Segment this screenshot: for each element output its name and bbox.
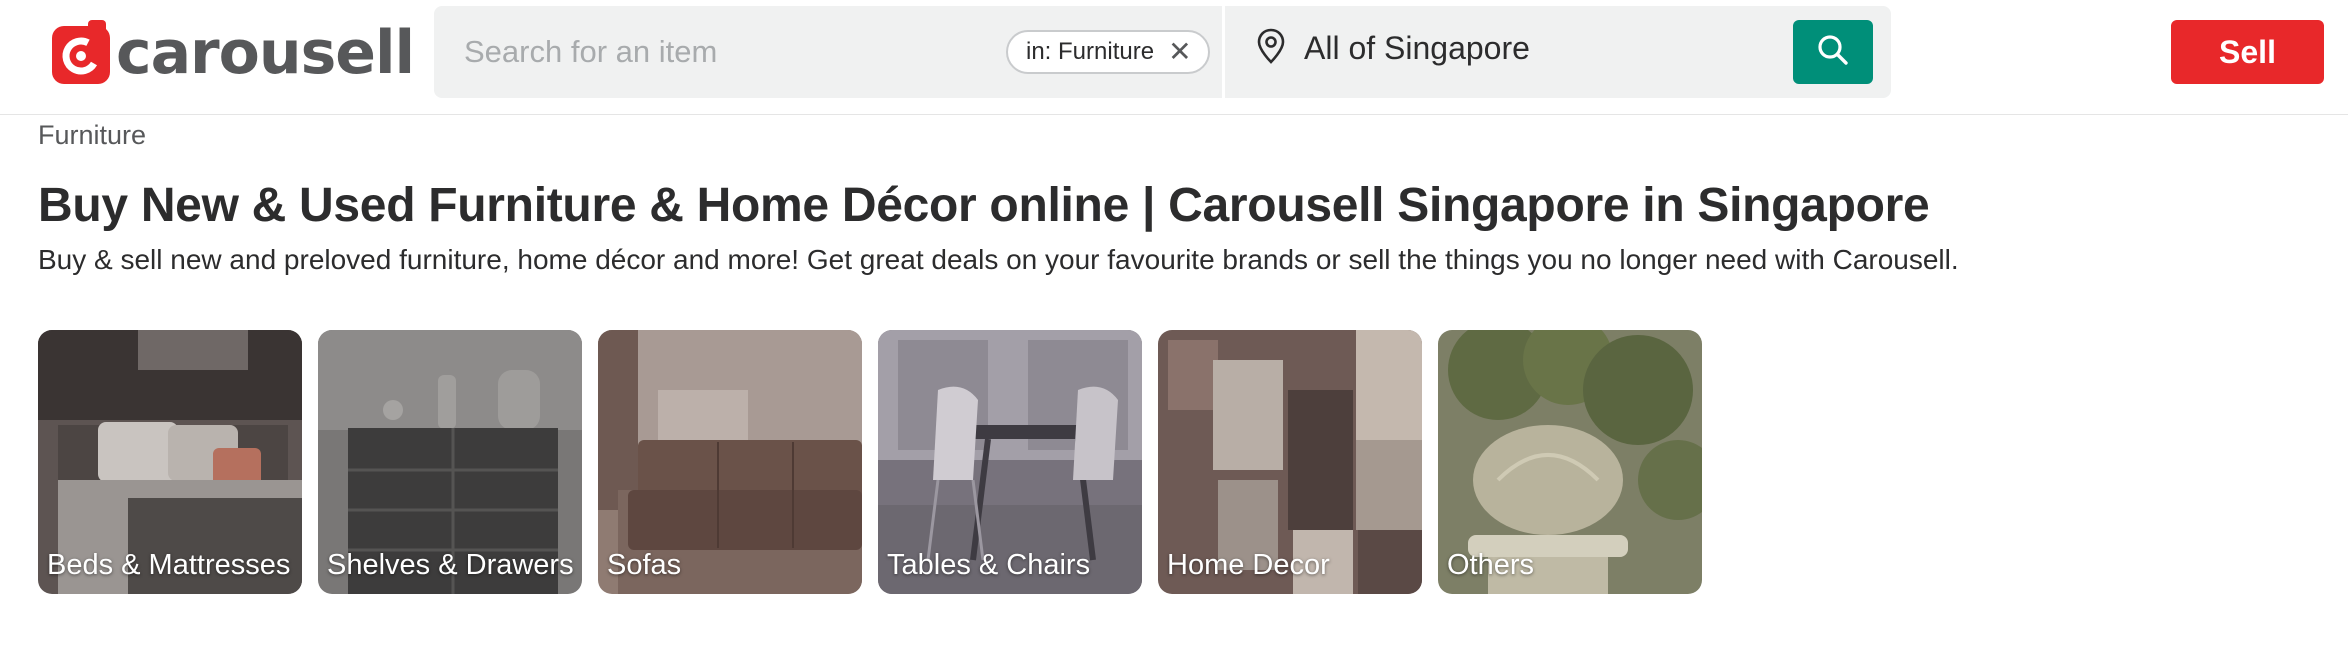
category-label: Shelves & Drawers	[327, 549, 574, 581]
category-label: Tables & Chairs	[887, 549, 1091, 581]
search-divider	[1222, 6, 1225, 98]
page-title: Buy New & Used Furniture & Home Décor on…	[38, 179, 1930, 232]
category-card-beds-mattresses[interactable]: Beds & Mattresses	[38, 330, 302, 594]
page-description: Buy & sell new and preloved furniture, h…	[38, 244, 1959, 275]
carousell-logo[interactable]: carousell	[50, 18, 415, 88]
category-card-shelves-drawers[interactable]: Shelves & Drawers	[318, 330, 582, 594]
category-card-tables-chairs[interactable]: Tables & Chairs	[878, 330, 1142, 594]
logo-wordmark: carousell	[116, 18, 415, 88]
search-input[interactable]	[464, 30, 1024, 74]
search-button[interactable]	[1793, 20, 1873, 84]
category-label: Others	[1447, 549, 1535, 581]
carousell-logo-icon	[50, 20, 112, 86]
category-grid: Beds & Mattresses Shelves & Drawers Sofa…	[38, 330, 1702, 594]
category-card-others[interactable]: Others	[1438, 330, 1702, 594]
close-icon[interactable]: ✕	[1168, 38, 1191, 66]
map-pin-icon	[1256, 28, 1286, 69]
location-label: All of Singapore	[1304, 30, 1530, 66]
breadcrumb[interactable]: Furniture	[38, 120, 146, 151]
top-header: carousell in: Furniture ✕ All of Singapo…	[0, 0, 2348, 115]
category-card-sofas[interactable]: Sofas	[598, 330, 862, 594]
search-icon	[1816, 33, 1850, 72]
category-label: Sofas	[607, 549, 682, 581]
category-card-home-decor[interactable]: Home Decor	[1158, 330, 1422, 594]
filter-chip-label: in: Furniture	[1026, 38, 1155, 65]
category-filter-chip[interactable]: in: Furniture ✕	[1006, 30, 1210, 74]
category-label: Beds & Mattresses	[47, 549, 291, 581]
search-bar: in: Furniture ✕ All of Singapore	[434, 6, 1891, 98]
location-selector[interactable]: All of Singapore	[1256, 28, 1530, 69]
category-label: Home Decor	[1167, 549, 1330, 581]
sell-button[interactable]: Sell	[2171, 20, 2324, 84]
